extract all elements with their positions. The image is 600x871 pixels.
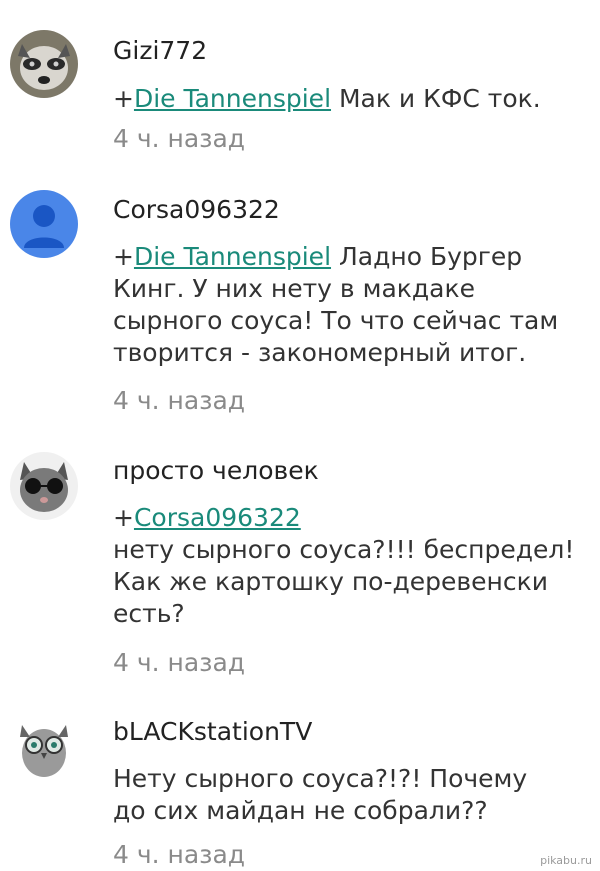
comment-line: есть? (113, 599, 185, 628)
avatar[interactable] (10, 713, 78, 781)
comment-line: Ладно Бургер (331, 242, 523, 271)
comment-line: сырного соуса! То что сейчас там (113, 306, 559, 335)
comment-text: +Die Tannenspiel Ладно Бургер Кинг. У ни… (113, 241, 593, 369)
comment-line: Мак и КФС ток. (331, 84, 541, 113)
comment-text: +Corsa096322 нету сырного соуса?!!! бесп… (113, 502, 593, 630)
mention-link[interactable]: Die Tannenspiel (134, 84, 331, 113)
default-user-icon (10, 190, 78, 258)
comment-text: Нету сырного соуса?!?! Почему до сих май… (113, 763, 593, 827)
comment-timestamp: 4 ч. назад (113, 124, 246, 153)
comment-line: Нету сырного соуса?!?! Почему (113, 764, 528, 793)
comment-line: Как же картошку по-деревенски (113, 567, 548, 596)
reply-plus: + (113, 84, 134, 113)
reply-plus: + (113, 242, 134, 271)
comment-timestamp: 4 ч. назад (113, 386, 246, 415)
avatar[interactable] (10, 190, 78, 258)
comment-line: до сих майдан не собрали?? (113, 796, 488, 825)
comment-author[interactable]: Corsa096322 (113, 195, 280, 224)
cat-sunglasses-icon (10, 452, 78, 520)
owl-sketch-icon (10, 713, 78, 781)
comment-line: творится - закономерный итог. (113, 338, 527, 367)
raccoon-icon (10, 30, 78, 98)
avatar[interactable] (10, 30, 78, 98)
comment-author[interactable]: просто человек (113, 456, 319, 485)
comment-author[interactable]: bLACKstationTV (113, 717, 312, 746)
avatar[interactable] (10, 452, 78, 520)
mention-link[interactable]: Die Tannenspiel (134, 242, 331, 271)
comment-timestamp: 4 ч. назад (113, 648, 246, 677)
comment-author[interactable]: Gizi772 (113, 36, 207, 65)
comment-text: +Die Tannenspiel Мак и КФС ток. (113, 83, 593, 115)
watermark: pikabu.ru (540, 854, 592, 867)
comment-timestamp: 4 ч. назад (113, 840, 246, 869)
comment-line: Кинг. У них нету в макдаке (113, 274, 475, 303)
mention-link[interactable]: Corsa096322 (134, 503, 301, 532)
comment-line: нету сырного соуса?!!! беспредел! (113, 535, 575, 564)
reply-plus: + (113, 503, 134, 532)
